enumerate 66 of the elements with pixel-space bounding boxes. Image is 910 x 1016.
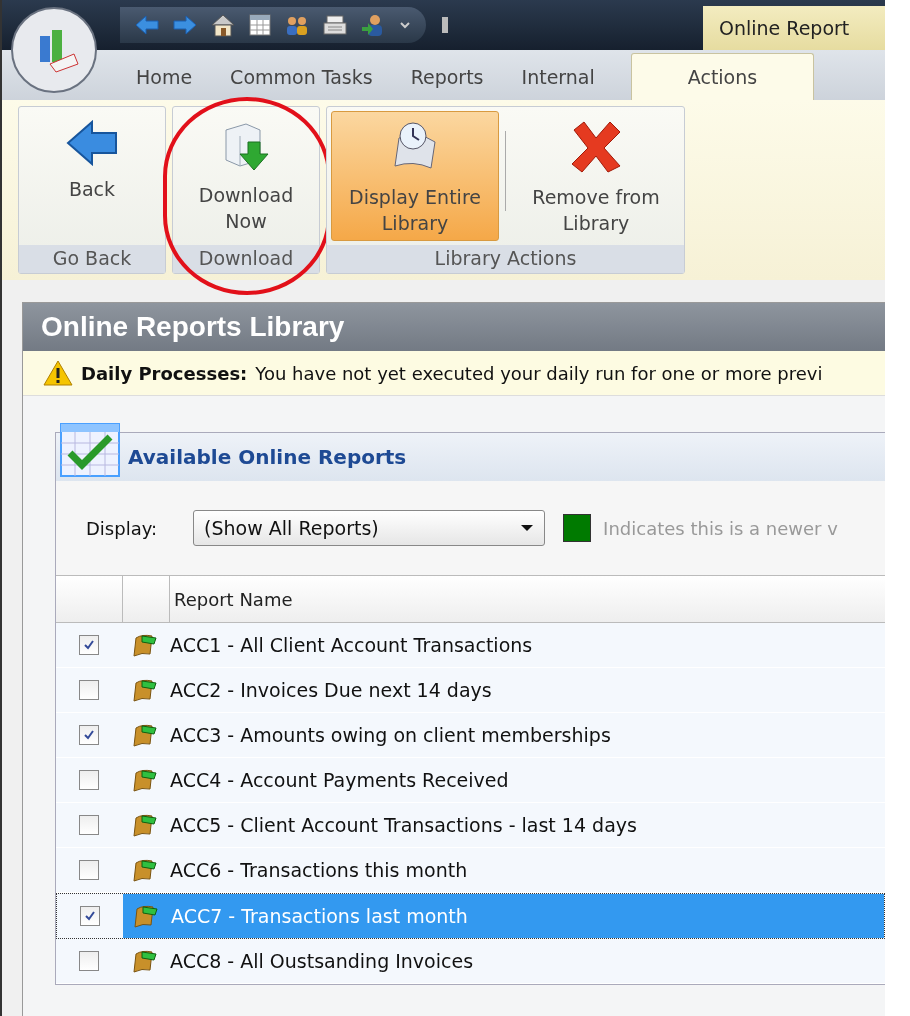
cash-register-icon[interactable] [322,14,348,36]
group-label: Download [173,245,319,273]
ribbon-button[interactable]: Remove from Library [512,111,680,241]
calendar-icon[interactable] [248,13,272,37]
checkbox[interactable] [80,906,100,926]
legend-text: Indicates this is a newer v [603,517,838,539]
report-icon [132,722,158,748]
context-tab[interactable]: Online Report [703,6,885,50]
ribbon-tab[interactable]: Common Tasks [214,54,389,100]
report-icon [132,812,158,838]
home-icon[interactable] [210,13,236,37]
report-icon [132,857,158,883]
check-icon [83,729,95,741]
forward-arrow-icon[interactable] [172,14,198,36]
report-name: ACC6 - Transactions this month [170,859,468,881]
report-name: ACC7 - Transactions last month [171,905,468,927]
display-label: Display: [86,517,158,539]
report-row[interactable]: ACC6 - Transactions this month [56,848,885,893]
report-icon [132,767,158,793]
people-icon[interactable] [284,14,310,36]
calendar-check-icon [60,423,120,477]
report-row[interactable]: ACC3 - Amounts owing on client memberships [56,713,885,758]
warning-label: Daily Processes: [81,362,248,384]
checkbox[interactable] [79,860,99,880]
back-arrow-icon[interactable] [134,14,160,36]
ribbon-button[interactable]: Display Entire Library [331,111,499,241]
column-header[interactable]: Report Name [170,588,293,610]
report-name: ACC1 - All Client Account Transactions [170,634,533,656]
report-icon [132,632,158,658]
panel-title: Online Reports Library [23,303,885,351]
ribbon-button[interactable]: Back [23,111,161,241]
checkbox[interactable] [79,680,99,700]
checkbox[interactable] [79,815,99,835]
report-row[interactable]: ACC1 - All Client Account Transactions [56,623,885,668]
ribbon-tab[interactable]: Home [120,54,209,100]
ribbon-tab[interactable]: Actions [630,53,815,100]
back-arrow-icon [66,120,118,166]
report-icon [132,677,158,703]
ribbon-tab[interactable]: Internal [505,54,611,100]
display-dropdown[interactable]: (Show All Reports) [193,510,546,546]
ribbon-tab[interactable]: Reports [394,54,500,100]
report-row[interactable]: ACC5 - Client Account Transactions - last 14 days [56,803,885,848]
warning-icon [43,360,73,386]
report-row[interactable]: ACC4 - Account Payments Received [56,758,885,803]
report-icon [132,948,158,974]
checkbox[interactable] [79,951,99,971]
group-label: Library Actions [327,245,684,273]
report-name: ACC3 - Amounts owing on client memberships [170,724,611,746]
group-label: Go Back [19,245,165,273]
group-title: Available Online Reports [128,445,407,469]
caret-icon [520,524,535,532]
report-row[interactable]: ACC8 - All Oustsanding Invoices [56,939,885,984]
checkbox[interactable] [79,725,99,745]
checkbox[interactable] [79,635,99,655]
checkbox[interactable] [79,770,99,790]
check-icon [83,639,95,651]
ribbon-button[interactable]: Download Now [177,111,315,241]
report-icon [133,903,159,929]
check-icon [84,910,96,922]
report-name: ACC5 - Client Account Transactions - last 14 days [170,814,637,836]
report-name: ACC2 - Invoices Due next 14 days [170,679,492,701]
dropdown-icon[interactable] [398,20,412,30]
report-name: ACC8 - All Oustsanding Invoices [170,950,474,972]
warning-text: You have not yet executed your daily run for one or more previ [255,362,823,384]
report-name: ACC4 - Account Payments Received [170,769,509,791]
report-row[interactable]: ACC2 - Invoices Due next 14 days [56,668,885,713]
